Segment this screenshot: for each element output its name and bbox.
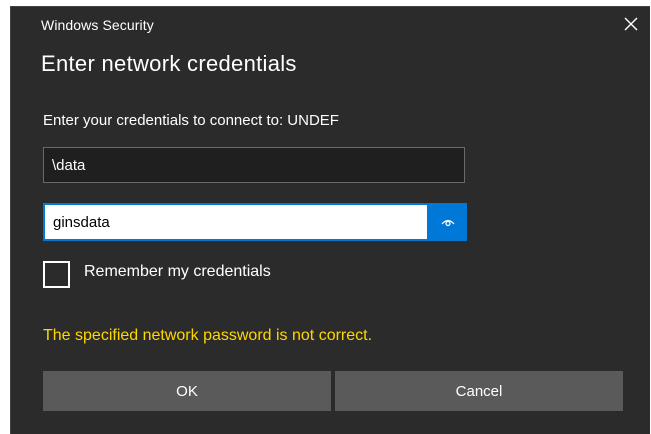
ok-button[interactable]: OK — [43, 371, 331, 411]
reveal-password-button[interactable] — [429, 203, 467, 241]
ok-button-label: OK — [176, 382, 198, 400]
cancel-button[interactable]: Cancel — [335, 371, 623, 411]
error-message: The specified network password is not co… — [43, 327, 373, 344]
close-button[interactable] — [618, 11, 644, 37]
connect-prompt: Enter your credentials to connect to: UN… — [43, 112, 339, 129]
close-icon — [624, 17, 638, 31]
cancel-button-label: Cancel — [455, 382, 503, 400]
credentials-dialog: Windows Security Enter network credentia… — [10, 6, 650, 434]
dialog-heading: Enter network credentials — [41, 51, 297, 76]
username-field[interactable] — [43, 147, 465, 183]
eye-icon — [441, 219, 455, 227]
window-title: Windows Security — [41, 17, 154, 33]
remember-label[interactable]: Remember my credentials — [84, 263, 271, 281]
password-field[interactable] — [43, 203, 429, 241]
remember-checkbox[interactable] — [43, 261, 70, 288]
